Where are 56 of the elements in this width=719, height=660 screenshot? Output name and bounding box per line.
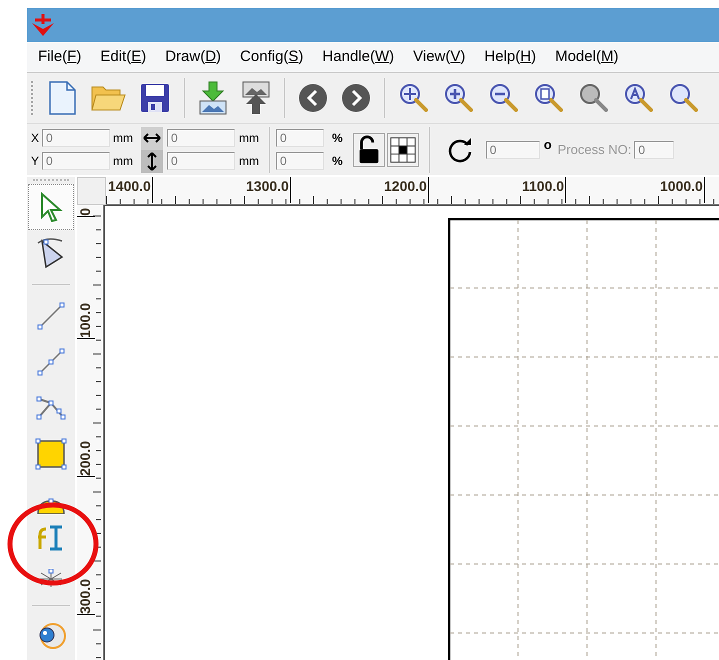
menu-item[interactable]: Help(H)	[484, 46, 536, 68]
zoom-letter-icon[interactable]	[623, 82, 655, 114]
unit-label: mm	[113, 153, 134, 170]
line-icon[interactable]	[36, 301, 66, 331]
export-icon[interactable]	[241, 81, 271, 115]
ruler-label: 1000.0	[660, 177, 703, 195]
axis-label: Y	[31, 153, 40, 170]
zoom-page-icon[interactable]	[533, 82, 565, 114]
ruler-label: 1300.0	[246, 177, 289, 195]
ruler-label: 1400.0	[108, 177, 151, 195]
menu-item[interactable]: Draw(D)	[165, 46, 222, 68]
menu-item[interactable]: View(V)	[413, 46, 466, 68]
import-icon[interactable]	[198, 81, 228, 115]
grid-icon[interactable]	[386, 132, 419, 166]
number-field[interactable]: 0	[276, 129, 324, 147]
polyline-icon[interactable]	[36, 347, 66, 377]
number-field[interactable]: 0	[42, 152, 110, 170]
number-field[interactable]: 0	[276, 152, 324, 170]
rectangle-icon[interactable]	[35, 438, 67, 470]
unit-label: mm	[239, 130, 260, 147]
node-edit-icon[interactable]	[36, 237, 66, 269]
zoom-pan-icon[interactable]	[398, 82, 430, 114]
ruler-label: 0	[77, 208, 93, 216]
ruler-label: 1100.0	[522, 177, 564, 195]
zoom-out-icon[interactable]	[488, 82, 520, 114]
menu-item[interactable]: Model(M)	[555, 46, 618, 68]
zoom-grid-icon[interactable]	[578, 82, 610, 114]
app-logo-icon	[31, 14, 55, 36]
ruler-label: 300.0	[77, 579, 93, 614]
menu-item[interactable]: Handle(W)	[322, 46, 394, 68]
ruler-label: 1200.0	[384, 177, 427, 195]
unit-label: %	[332, 153, 343, 170]
number-field[interactable]: 0	[42, 129, 110, 147]
process-label: Process NO:	[558, 140, 632, 159]
menu-item[interactable]: Config(S)	[240, 46, 304, 68]
ruler-label: 200.0	[77, 441, 93, 476]
zoom-icon[interactable]	[668, 82, 700, 114]
number-field[interactable]: 0	[486, 140, 540, 158]
lock-icon[interactable]	[352, 132, 385, 166]
menu-item[interactable]: Edit(E)	[100, 46, 146, 68]
number-field[interactable]: 0	[167, 129, 236, 147]
unit-label: %	[332, 130, 343, 147]
number-field[interactable]: 0	[167, 152, 236, 170]
toolbar-grip[interactable]	[33, 179, 69, 182]
zoom-in-icon[interactable]	[443, 82, 475, 114]
ruler-label: 100.0	[77, 303, 93, 338]
axis-label: X	[31, 130, 40, 147]
toolbar-grip[interactable]	[31, 81, 34, 115]
degree-unit: o	[544, 138, 552, 152]
unit-label: mm	[113, 130, 134, 147]
point-icon[interactable]	[38, 569, 64, 589]
unit-label: mm	[239, 153, 260, 170]
menu-item[interactable]: File(F)	[38, 46, 82, 68]
pointer-icon[interactable]	[38, 192, 64, 222]
save-icon[interactable]	[139, 82, 171, 114]
new-file-icon[interactable]	[47, 81, 77, 115]
